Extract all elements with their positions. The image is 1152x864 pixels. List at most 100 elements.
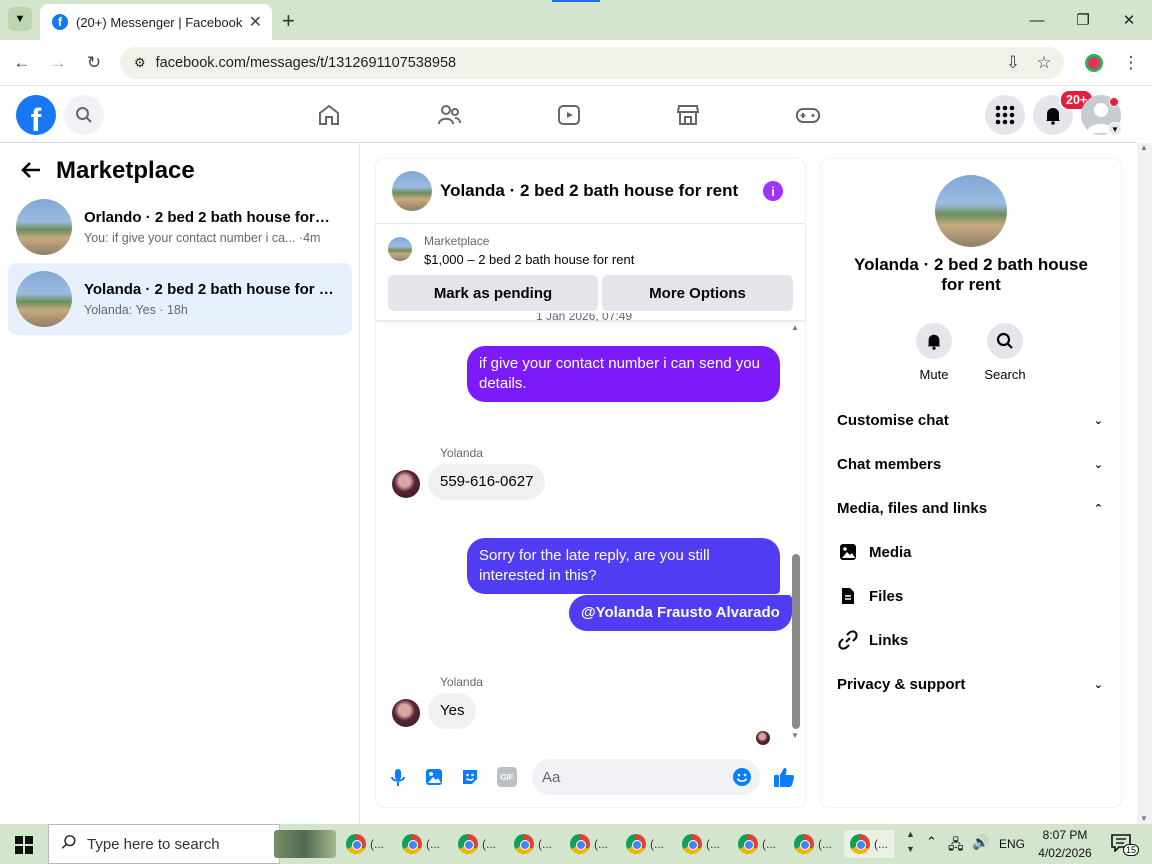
- like-thumbs-up-icon[interactable]: [772, 765, 796, 794]
- search-icon: [61, 834, 77, 854]
- tab-search-button[interactable]: ▼: [8, 7, 32, 31]
- browser-toolbar: ← → ↻ ⚙ facebook.com/messages/t/13126911…: [0, 40, 1152, 86]
- message-input-placeholder: Aa: [542, 768, 561, 786]
- profile-icon[interactable]: [1085, 54, 1103, 72]
- back-arrow-icon[interactable]: [20, 159, 42, 186]
- scroll-up-icon[interactable]: ▲: [791, 323, 799, 332]
- taskbar-chrome-app[interactable]: (...: [732, 830, 782, 858]
- chat-members-section[interactable]: Chat members ⌄: [837, 442, 1105, 486]
- show-hidden-icons[interactable]: ⌃: [926, 834, 937, 850]
- message-bubble-outgoing[interactable]: Sorry for the late reply, are you still …: [467, 538, 780, 594]
- facebook-logo-icon[interactable]: f: [16, 95, 56, 135]
- message-bubble-incoming[interactable]: 559-616-0627: [428, 464, 546, 500]
- address-bar[interactable]: ⚙ facebook.com/messages/t/13126911075389…: [120, 47, 1064, 79]
- emoji-icon[interactable]: [732, 767, 752, 792]
- section-label: Privacy & support: [837, 675, 966, 693]
- network-icon[interactable]: 🖧: [948, 834, 964, 858]
- taskbar-chrome-app[interactable]: (...: [452, 830, 502, 858]
- message-bubble-incoming[interactable]: Yes: [428, 693, 477, 729]
- home-icon[interactable]: [313, 99, 345, 131]
- install-app-icon[interactable]: ⇩: [1000, 50, 1026, 76]
- taskbar-chrome-app[interactable]: (...: [340, 830, 390, 858]
- more-options-button[interactable]: More Options: [602, 275, 793, 311]
- files-item[interactable]: Files: [837, 574, 1105, 618]
- privacy-support-section[interactable]: Privacy & support ⌄: [837, 662, 1105, 706]
- maximize-icon[interactable]: ❐: [1060, 0, 1106, 40]
- volume-icon[interactable]: 🔊: [972, 834, 989, 851]
- info-icon[interactable]: i: [763, 181, 783, 201]
- taskbar-chrome-app[interactable]: (...: [508, 830, 558, 858]
- chat-thumbnail[interactable]: [392, 171, 432, 211]
- panel-title: Marketplace: [56, 157, 195, 184]
- photo-icon[interactable]: [424, 767, 444, 792]
- search-highlights-image[interactable]: [274, 830, 336, 858]
- chat-title[interactable]: Yolanda · 2 bed 2 bath house for rent: [440, 181, 738, 201]
- taskbar-scroll-icon[interactable]: ▲ ▼: [906, 827, 915, 857]
- back-icon[interactable]: ←: [9, 50, 35, 76]
- links-item[interactable]: Links: [837, 618, 1105, 662]
- new-tab-icon[interactable]: +: [282, 8, 295, 34]
- microphone-icon[interactable]: [388, 767, 408, 792]
- page-scroll-down-icon[interactable]: ▼: [1140, 814, 1148, 823]
- search-action[interactable]: Search: [975, 323, 1035, 382]
- taskbar-clock[interactable]: 8:07 PM 4/02/2026: [1030, 826, 1100, 862]
- close-tab-icon[interactable]: ✕: [249, 12, 262, 32]
- section-label: Customise chat: [837, 411, 949, 429]
- site-settings-icon[interactable]: ⚙: [134, 55, 146, 71]
- scroll-down-icon[interactable]: ▼: [791, 731, 799, 740]
- language-indicator[interactable]: ENG: [999, 837, 1025, 851]
- taskbar-chrome-app[interactable]: (...: [564, 830, 614, 858]
- taskbar-chrome-app[interactable]: (...: [396, 830, 446, 858]
- message-timestamp: 1 Jan 2026, 07:49: [536, 313, 633, 323]
- mute-label: Mute: [919, 367, 949, 382]
- close-window-icon[interactable]: ✕: [1106, 0, 1152, 40]
- friends-icon[interactable]: [433, 99, 465, 131]
- search-icon[interactable]: [987, 323, 1023, 359]
- gaming-icon[interactable]: [792, 99, 824, 131]
- conversation-snippet: Yolanda: Yes · 18h: [84, 303, 188, 317]
- marketplace-icon[interactable]: [672, 99, 704, 131]
- mention-bubble-outgoing[interactable]: @Yolanda Frausto Alvarado: [569, 595, 792, 631]
- listing-description[interactable]: $1,000 – 2 bed 2 bath house for rent: [424, 252, 634, 267]
- account-chevron-icon[interactable]: ▼: [1108, 122, 1122, 136]
- conversation-item[interactable]: Orlando · 2 bed 2 bath house for r... Yo…: [8, 191, 352, 263]
- taskbar-chrome-app[interactable]: (...: [788, 830, 838, 858]
- chat-header: Yolanda · 2 bed 2 bath house for rent i: [376, 159, 805, 224]
- windows-start-icon[interactable]: [15, 836, 33, 859]
- page-scrollbar[interactable]: ▲ ▼: [1137, 143, 1152, 825]
- bookmark-star-icon[interactable]: ☆: [1031, 50, 1057, 76]
- reload-icon[interactable]: ↻: [81, 50, 107, 76]
- chat-info-panel: Yolanda · 2 bed 2 bath house for rent Mu…: [821, 159, 1121, 807]
- taskbar-chrome-app[interactable]: (...: [676, 830, 726, 858]
- minimize-icon[interactable]: —: [1014, 0, 1060, 40]
- message-bubble-outgoing[interactable]: if give your contact number i can send y…: [467, 346, 780, 402]
- listing-thumbnail-large[interactable]: [935, 175, 1007, 247]
- taskbar-search-box[interactable]: Type here to search: [48, 824, 280, 864]
- forward-icon[interactable]: →: [45, 50, 71, 76]
- taskbar-chrome-app-active[interactable]: (...: [844, 830, 894, 858]
- mute-action[interactable]: Mute: [904, 323, 964, 382]
- tab-title: (20+) Messenger | Facebook: [76, 14, 243, 30]
- media-item[interactable]: Media: [837, 530, 1105, 574]
- conversation-item-active[interactable]: Yolanda · 2 bed 2 bath house for r... Yo…: [8, 263, 352, 335]
- customise-chat-section[interactable]: Customise chat ⌄: [837, 398, 1105, 442]
- media-files-links-section[interactable]: Media, files and links ⌃: [837, 486, 1105, 530]
- sticker-icon[interactable]: [460, 767, 480, 792]
- page-scroll-up-icon[interactable]: ▲: [1140, 143, 1148, 152]
- listing-thumbnail: [16, 199, 72, 255]
- mark-as-pending-button[interactable]: Mark as pending: [388, 275, 598, 311]
- scroll-thumb[interactable]: [792, 554, 800, 729]
- gif-icon[interactable]: GIF: [497, 767, 517, 787]
- contact-avatar[interactable]: [392, 470, 420, 498]
- taskbar-chrome-app[interactable]: (...: [620, 830, 670, 858]
- video-icon[interactable]: [553, 99, 585, 131]
- browser-tab[interactable]: f (20+) Messenger | Facebook ✕: [40, 4, 272, 40]
- sender-name: Yolanda: [440, 446, 483, 460]
- contact-avatar[interactable]: [392, 699, 420, 727]
- search-icon[interactable]: [64, 95, 104, 135]
- bell-icon[interactable]: [916, 323, 952, 359]
- menu-grid-icon[interactable]: [985, 95, 1025, 135]
- menu-kebab-icon[interactable]: ⋮: [1118, 50, 1144, 76]
- chat-scrollbar[interactable]: ▲ ▼: [791, 323, 801, 740]
- message-input[interactable]: Aa: [532, 759, 760, 795]
